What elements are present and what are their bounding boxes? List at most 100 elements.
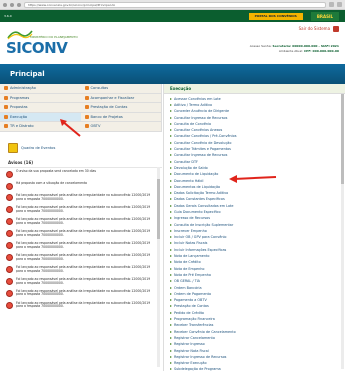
execucao-item-label[interactable]: Ingresso de Recursos (174, 216, 210, 220)
events-calendar[interactable]: Quadro de Eventos (8, 143, 55, 153)
notice-item[interactable]: Foi lançado ao responsável pela análise … (0, 288, 162, 300)
execucao-item-label[interactable]: Consultar Convênios Anexos (174, 128, 222, 132)
execucao-item-label[interactable]: Consultar Convênio de Devolução (174, 141, 231, 145)
execucao-item[interactable]: Subdelegação de Programa (170, 366, 339, 371)
menu-item-consultas[interactable]: Consultas (81, 84, 162, 93)
list-arrow-icon (170, 324, 172, 327)
execucao-item-label[interactable]: Nota de Empenho (174, 267, 204, 271)
notice-text[interactable]: Foi lançado ao responsável pela análise … (16, 193, 156, 202)
calendar-label[interactable]: Quadro de Eventos (21, 146, 55, 150)
execucao-item-label[interactable]: Registrar Ingresso de Recursos (174, 355, 226, 359)
execucao-item-label[interactable]: Documento Hábil (174, 179, 203, 183)
execucao-item-label[interactable]: Consulta de Inscrição Suplementar (174, 223, 233, 227)
execucao-item-label[interactable]: Subdelegação de Programa (174, 367, 221, 371)
notice-text[interactable]: Foi lançado ao responsável pela análise … (16, 265, 156, 274)
execucao-scrollbar[interactable] (341, 94, 344, 369)
execucao-item-label[interactable]: Conceder Anuência de Dirigente (174, 109, 229, 113)
menu-item-prestacao-contas[interactable]: Prestação de Contas (81, 103, 162, 112)
notice-item[interactable]: Foi lançado ao responsável pela análise … (0, 276, 162, 288)
notice-text[interactable]: Foi lançado ao responsável pela análise … (16, 253, 156, 262)
notice-item[interactable]: Foi lançado ao responsável pela análise … (0, 204, 162, 216)
notice-text[interactable]: Foi lançado ao responsável pela análise … (16, 205, 156, 214)
notices-scrollbar-thumb[interactable] (157, 179, 160, 239)
menu-row: Administração Consultas (0, 84, 161, 94)
execucao-item-label[interactable]: Registrar Nota Fiscal (174, 349, 209, 353)
menu-icon[interactable] (337, 2, 342, 7)
menu-bullet-icon (4, 95, 8, 100)
back-icon[interactable] (3, 2, 7, 7)
execucao-item-label[interactable]: Pagamento a OBTV (174, 298, 207, 302)
execucao-item-label[interactable]: Programação Financeira (174, 317, 215, 321)
execucao-item-label[interactable]: Documento de Liquidação (174, 172, 218, 176)
execucao-item-label[interactable]: Acessar Convênios em Lote (174, 97, 221, 101)
execucao-item-label[interactable]: Consultar Ingresso de Recursos (174, 116, 227, 120)
notice-text[interactable]: Foi lançado ao responsável pela análise … (16, 241, 156, 250)
notice-text[interactable]: Foi lançado ao responsável pela análise … (16, 217, 156, 226)
execucao-item-label[interactable]: Registrar Ingresso (174, 342, 205, 346)
execucao-item-label[interactable]: Guia Documento Específico (174, 210, 221, 214)
notice-text[interactable]: Há proposta com a situação de cancelamen… (16, 181, 87, 186)
user-info: Acesso Senha: Secretaria: 00000.000.000 … (250, 44, 339, 54)
notice-text[interactable]: Foi lançado ao responsável pela análise … (16, 301, 156, 310)
execucao-item-label[interactable]: Nota de Pré Empenho (174, 273, 211, 277)
brasil-link[interactable]: BRASIL (310, 11, 339, 21)
reload-icon[interactable] (17, 2, 21, 7)
execucao-item-label[interactable]: Nota de Lançamento (174, 254, 209, 258)
execucao-item-label[interactable]: Receber Convênio de Cancelamento (174, 330, 236, 334)
exit-door-icon[interactable] (333, 26, 339, 32)
execucao-item-label[interactable]: Dados Solicitação Termo Aditivo (174, 191, 228, 195)
execucao-item-label[interactable]: Incluir Informações Específicas (174, 248, 226, 252)
notice-item[interactable]: Foi lançado ao responsável pela análise … (0, 264, 162, 276)
execucao-item-label[interactable]: Aditivo / Termo Aditivo (174, 103, 212, 107)
execucao-item-label[interactable]: Consultar Ingresso de Recursos (174, 153, 227, 157)
list-arrow-icon (170, 160, 172, 163)
execucao-item-label[interactable]: Prestação de Contas (174, 304, 209, 308)
list-arrow-icon (170, 210, 172, 213)
execucao-item-label[interactable]: Registrar Execução (174, 361, 207, 365)
menu-item-propostas[interactable]: Propostas (0, 103, 81, 112)
address-bar[interactable]: https://www.convenios.gov.br/siconv/prin… (24, 1, 326, 8)
notice-text[interactable]: Foi lançado ao responsável pela análise … (16, 289, 156, 298)
notice-item[interactable]: Foi lançado ao responsável pela análise … (0, 192, 162, 204)
execucao-item-label[interactable]: OB GERAL / TIA (174, 279, 200, 283)
execucao-scrollbar-thumb[interactable] (341, 94, 344, 184)
extension-icon[interactable] (329, 2, 334, 7)
calendar-icon[interactable] (8, 143, 18, 153)
execucao-item-label[interactable]: Consultar Trâmites e Pagamentos (174, 147, 231, 151)
execucao-item-label[interactable]: Dados Constantes Específicos (174, 197, 225, 201)
execucao-item-label[interactable]: Documentos de Liquidação (174, 185, 220, 189)
execucao-item-label[interactable]: Devolução de Saldo (174, 166, 208, 170)
exit-link[interactable]: Sair do Sistema (299, 26, 330, 31)
execucao-item-label[interactable]: Incluir Notas Fiscais (174, 241, 207, 245)
menu-item-acompanhar-fiscalizar[interactable]: Acompanhar e Fiscalizar (81, 94, 162, 103)
notice-item[interactable]: Foi lançado ao responsável pela análise … (0, 299, 162, 311)
portal-link[interactable]: PORTAL DOS CONVÊNIOS (248, 12, 303, 20)
notice-text[interactable]: O aviso da sua proposta será cancelado e… (16, 169, 96, 174)
execucao-item-label[interactable]: Receber Transferências (174, 323, 213, 327)
notice-item[interactable]: Foi lançado ao responsável pela análise … (0, 252, 162, 264)
execucao-item-label[interactable]: Ordem de Pagamento (174, 292, 211, 296)
notice-text[interactable]: Foi lançado ao responsável pela análise … (16, 277, 156, 286)
execucao-item-label[interactable]: Nota de Crédito (174, 260, 201, 264)
menu-item-programas[interactable]: Programas (0, 94, 81, 103)
menu-item-obtv[interactable]: OBTV (81, 122, 162, 131)
execucao-item-label[interactable]: Incluir OB / GPV para Convênio (174, 235, 227, 239)
execucao-item-label[interactable]: Consulta de Convênio (174, 122, 211, 126)
notice-item[interactable]: O aviso da sua proposta será cancelado e… (0, 168, 162, 180)
execucao-item-label[interactable]: Pedido de Crédito (174, 311, 204, 315)
execucao-item-label[interactable]: Registrar Cancelamento (174, 336, 215, 340)
execucao-item-label[interactable]: Inscrever Empenho (174, 229, 207, 233)
execucao-item-label[interactable]: Consultar Convênios / Pré-Convênios (174, 134, 236, 138)
notice-item[interactable]: Foi lançado ao responsável pela análise … (0, 240, 162, 252)
menu-item-administracao[interactable]: Administração (0, 84, 81, 93)
notices-scrollbar[interactable] (157, 167, 160, 367)
execucao-item-label[interactable]: Consultar DTF (174, 160, 198, 164)
execucao-item-label[interactable]: Dados Gerais Consultados em Lote (174, 204, 233, 208)
menu-item-banco-projetos[interactable]: Banco de Projetos (81, 113, 162, 122)
forward-icon[interactable] (10, 2, 14, 7)
notice-text[interactable]: Foi lançado ao responsável pela análise … (16, 229, 156, 238)
notice-item[interactable]: Foi lançado ao responsável pela análise … (0, 228, 162, 240)
notice-item[interactable]: Foi lançado ao responsável pela análise … (0, 216, 162, 228)
execucao-item-label[interactable]: Ordem Bancária (174, 286, 202, 290)
notice-item[interactable]: Há proposta com a situação de cancelamen… (0, 180, 162, 192)
